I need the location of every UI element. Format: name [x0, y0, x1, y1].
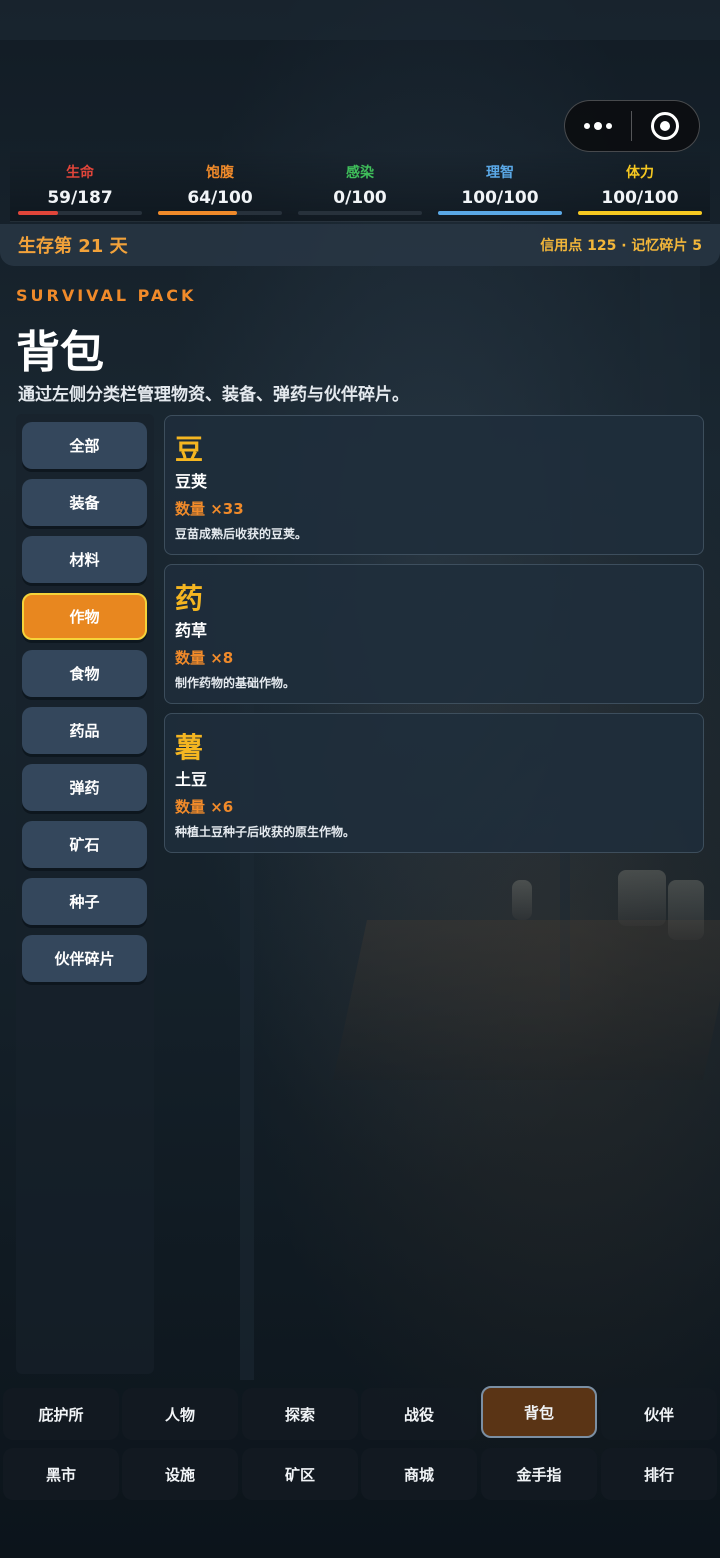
- item-card[interactable]: 豆 豆荚 数量 ×33 豆苗成熟后收获的豆荚。: [164, 415, 704, 555]
- nav-shelter[interactable]: 庇护所: [3, 1388, 119, 1440]
- miniprogram-capsule: [564, 100, 700, 152]
- stat-value: 100/100: [601, 188, 679, 208]
- stat-bar-fill: [578, 211, 702, 215]
- item-name: 豆荚: [175, 472, 208, 491]
- category-ammo[interactable]: 弹药: [22, 764, 147, 811]
- category-equipment[interactable]: 装备: [22, 479, 147, 526]
- nav-backpack[interactable]: 背包: [481, 1386, 597, 1438]
- resource-counter: 信用点 125 · 记忆碎片 5: [540, 238, 702, 254]
- item-glyph: 薯: [175, 731, 204, 764]
- category-materials[interactable]: 材料: [22, 536, 147, 583]
- nav-mine[interactable]: 矿区: [242, 1448, 358, 1500]
- stat-value: 100/100: [461, 188, 539, 208]
- nav-cheat[interactable]: 金手指: [481, 1448, 597, 1500]
- stat-value: 59/187: [47, 188, 113, 208]
- stat-satiety: 饱腹 64/100: [150, 150, 290, 221]
- nav-campaign[interactable]: 战役: [361, 1388, 477, 1440]
- page-description: 通过左侧分类栏管理物资、装备、弹药与伙伴碎片。: [18, 385, 409, 405]
- item-glyph: 豆: [175, 433, 204, 466]
- stat-bar-fill: [438, 211, 562, 215]
- item-card[interactable]: 药 药草 数量 ×8 制作药物的基础作物。: [164, 564, 704, 704]
- more-dots-icon[interactable]: [565, 101, 631, 151]
- category-all[interactable]: 全部: [22, 422, 147, 469]
- item-description: 种植土豆种子后收获的原生作物。: [175, 825, 356, 839]
- stat-bar: [438, 211, 562, 215]
- nav-black-market[interactable]: 黑市: [3, 1448, 119, 1500]
- item-card[interactable]: 薯 土豆 数量 ×6 种植土豆种子后收获的原生作物。: [164, 713, 704, 853]
- stat-bar-fill: [18, 211, 58, 215]
- nav-character[interactable]: 人物: [122, 1388, 238, 1440]
- nav-ranking[interactable]: 排行: [601, 1448, 717, 1500]
- category-crops[interactable]: 作物: [22, 593, 147, 640]
- survival-day: 生存第 21 天: [18, 236, 128, 257]
- stat-infection: 感染 0/100: [290, 150, 430, 221]
- stats-bar: 生命 59/187 饱腹 64/100 感染 0/100 理智 100/100 …: [10, 150, 710, 222]
- bottom-nav: 庇护所 人物 探索 战役 背包 伙伴 黑市 设施 矿区 商城 金手指 排行: [0, 1386, 720, 1558]
- item-name: 药草: [175, 621, 208, 640]
- category-ore[interactable]: 矿石: [22, 821, 147, 868]
- section-eyebrow: SURVIVAL PACK: [16, 286, 197, 305]
- category-seeds[interactable]: 种子: [22, 878, 147, 925]
- item-quantity: 数量 ×33: [175, 500, 244, 518]
- stat-sanity: 理智 100/100: [430, 150, 570, 221]
- stat-bar: [298, 211, 422, 215]
- stat-value: 0/100: [333, 188, 387, 208]
- nav-companion[interactable]: 伙伴: [601, 1388, 717, 1440]
- category-companion-shards[interactable]: 伙伴碎片: [22, 935, 147, 982]
- category-sidebar: 全部 装备 材料 作物 食物 药品 弹药 矿石 种子 伙伴碎片: [16, 414, 154, 1374]
- stat-label: 体力: [626, 165, 654, 181]
- stat-bar: [578, 211, 702, 215]
- item-quantity: 数量 ×6: [175, 798, 234, 816]
- stat-label: 理智: [486, 165, 514, 181]
- stat-label: 饱腹: [206, 165, 234, 181]
- nav-facilities[interactable]: 设施: [122, 1448, 238, 1500]
- page-title: 背包: [16, 327, 104, 378]
- item-quantity: 数量 ×8: [175, 649, 234, 667]
- item-description: 制作药物的基础作物。: [175, 676, 296, 690]
- category-food[interactable]: 食物: [22, 650, 147, 697]
- stat-value: 64/100: [187, 188, 253, 208]
- item-glyph: 药: [175, 582, 204, 615]
- stat-health: 生命 59/187: [10, 150, 150, 221]
- stat-bar: [158, 211, 282, 215]
- nav-explore[interactable]: 探索: [242, 1388, 358, 1440]
- nav-shop[interactable]: 商城: [361, 1448, 477, 1500]
- status-bar: 生存第 21 天 信用点 125 · 记忆碎片 5: [0, 224, 720, 266]
- stat-label: 感染: [346, 165, 374, 181]
- item-description: 豆苗成熟后收获的豆荚。: [175, 527, 308, 541]
- category-medicine[interactable]: 药品: [22, 707, 147, 754]
- item-name: 土豆: [175, 770, 208, 789]
- stat-bar: [18, 211, 142, 215]
- stat-label: 生命: [66, 165, 94, 181]
- target-close-icon[interactable]: [632, 101, 700, 151]
- stat-bar-fill: [158, 211, 238, 215]
- stat-stamina: 体力 100/100: [570, 150, 710, 221]
